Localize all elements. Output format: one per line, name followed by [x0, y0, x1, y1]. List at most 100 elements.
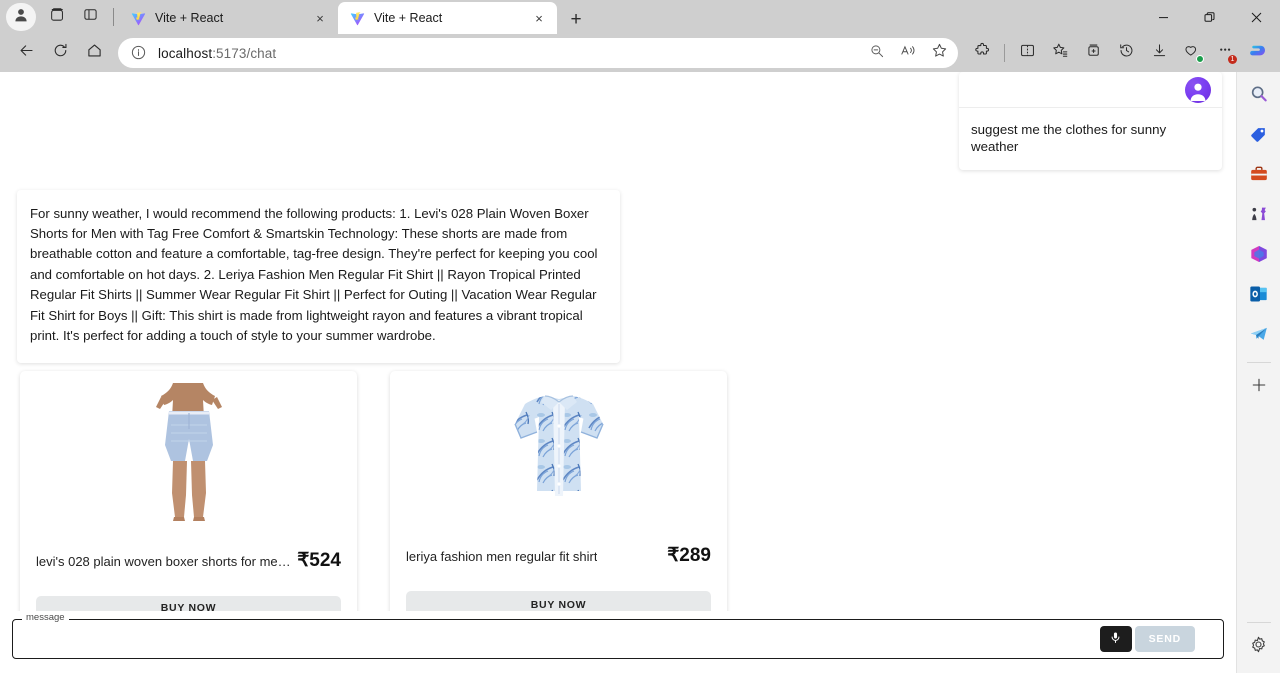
edge-sidebar — [1236, 72, 1280, 673]
titlebar-divider — [113, 8, 114, 26]
tab-actions-button[interactable] — [74, 3, 106, 31]
history-button[interactable] — [1110, 38, 1142, 68]
games-chess-icon — [1249, 204, 1269, 229]
split-screen-button[interactable] — [1011, 38, 1043, 68]
product-card[interactable]: leriya fashion men regular fit shirt ₹28… — [390, 370, 727, 611]
assistant-message-row: For sunny weather, I would recommend the… — [0, 189, 1236, 363]
browser-tab-1[interactable]: Vite + React × — [119, 2, 338, 34]
buy-now-button[interactable]: BUY NOW — [36, 595, 341, 611]
product-recommendation-list: levi's 028 plain woven boxer shorts for … — [20, 370, 1236, 611]
address-bar[interactable]: localhost:5173/chat — [118, 38, 958, 68]
extensions-button[interactable] — [966, 38, 998, 68]
sidebar-divider — [1246, 362, 1271, 363]
product-price: ₹289 — [667, 544, 711, 566]
send-button[interactable]: SEND — [1134, 626, 1195, 652]
boxer-shorts-photo — [140, 380, 237, 521]
message-field[interactable]: message SEND — [12, 613, 1224, 659]
downloads-icon — [1151, 42, 1168, 64]
copilot-icon — [1248, 40, 1269, 66]
history-clock-icon — [1118, 42, 1135, 64]
back-arrow-icon — [18, 42, 35, 64]
essentials-status-dot — [1196, 55, 1204, 63]
microsoft-365-icon — [1249, 244, 1269, 269]
sidebar-shopping-button[interactable] — [1243, 120, 1275, 152]
collections-button[interactable] — [1077, 38, 1109, 68]
sidebar-games-button[interactable] — [1243, 200, 1275, 232]
favorites-button[interactable] — [1044, 38, 1076, 68]
close-icon[interactable]: × — [529, 8, 549, 28]
buy-now-button[interactable]: BUY NOW — [406, 590, 711, 611]
url-path: :5173/chat — [212, 45, 277, 61]
user-message-header — [959, 72, 1222, 108]
sidebar-outlook-button[interactable] — [1243, 280, 1275, 312]
refresh-icon — [52, 42, 69, 64]
user-message-body: suggest me the clothes for sunny weather — [959, 108, 1222, 170]
minimize-button[interactable] — [1140, 0, 1186, 34]
settings-and-more-button[interactable]: 1 — [1209, 38, 1241, 68]
back-button[interactable] — [10, 38, 42, 68]
close-window-button[interactable] — [1232, 0, 1280, 34]
add-favorite-button[interactable] — [924, 40, 954, 66]
tab-title: Vite + React — [155, 11, 224, 25]
product-title: levi's 028 plain woven boxer shorts for … — [36, 553, 292, 569]
close-icon[interactable]: × — [310, 8, 330, 28]
message-input[interactable] — [21, 620, 1215, 658]
home-button[interactable] — [78, 38, 110, 68]
gear-icon — [1249, 635, 1268, 659]
chat-message-list[interactable]: suggest me the clothes for sunny weather… — [0, 72, 1236, 611]
sidebar-tools-button[interactable] — [1243, 160, 1275, 192]
copilot-button[interactable] — [1242, 38, 1274, 68]
assistant-message-card: For sunny weather, I would recommend the… — [17, 189, 620, 363]
outlook-icon — [1249, 284, 1269, 309]
user-message-text: suggest me the clothes for sunny weather — [971, 122, 1167, 155]
refresh-button[interactable] — [44, 38, 76, 68]
user-avatar-icon — [1185, 76, 1211, 103]
extensions-puzzle-icon — [974, 42, 991, 64]
page-viewport: suggest me the clothes for sunny weather… — [0, 72, 1236, 673]
titlebar-left-controls — [0, 0, 119, 34]
telegram-plane-icon — [1249, 324, 1269, 349]
zoom-out-search-icon — [869, 43, 885, 64]
new-tab-button[interactable]: + — [561, 6, 591, 34]
split-screen-icon — [1019, 42, 1036, 64]
address-bar-actions — [862, 40, 954, 66]
plus-icon — [1250, 376, 1268, 399]
tools-briefcase-icon — [1249, 164, 1269, 189]
microphone-icon — [1109, 631, 1122, 647]
user-message-card: suggest me the clothes for sunny weather — [959, 72, 1222, 170]
favorites-list-icon — [1052, 42, 1069, 64]
tab-actions-icon — [82, 6, 99, 28]
browser-tab-2[interactable]: Vite + React × — [338, 2, 557, 34]
sidebar-telegram-button[interactable] — [1243, 320, 1275, 352]
microphone-button[interactable] — [1099, 626, 1132, 652]
url-host: localhost — [158, 45, 213, 61]
read-aloud-button[interactable] — [893, 40, 923, 66]
tropical-shirt-photo — [506, 381, 611, 516]
profile-button[interactable] — [6, 3, 36, 31]
browser-titlebar: Vite + React × Vite + React × + — [0, 0, 1280, 34]
toolbar-divider — [1004, 44, 1005, 62]
search-in-page-button[interactable] — [862, 40, 892, 66]
read-aloud-icon — [900, 43, 917, 64]
sidebar-microsoft-365-button[interactable] — [1243, 240, 1275, 272]
tab-search-icon — [48, 6, 65, 28]
sidebar-add-button[interactable] — [1243, 371, 1275, 403]
sidebar-settings-button[interactable] — [1243, 631, 1275, 663]
message-composer: message SEND — [0, 613, 1236, 663]
restore-button[interactable] — [1186, 0, 1232, 34]
browser-navigation-bar: localhost:5173/chat 1 — [0, 34, 1280, 72]
product-card[interactable]: levi's 028 plain woven boxer shorts for … — [20, 370, 357, 611]
update-badge: 1 — [1228, 55, 1237, 64]
favorite-star-icon — [931, 42, 948, 64]
product-meta: leriya fashion men regular fit shirt ₹28… — [406, 544, 711, 567]
browser-essentials-button[interactable] — [1176, 38, 1208, 68]
window-controls — [1140, 0, 1280, 34]
downloads-button[interactable] — [1143, 38, 1175, 68]
vite-logo-icon — [350, 11, 365, 26]
site-information-icon[interactable] — [130, 44, 149, 63]
profile-avatar-icon — [13, 7, 29, 28]
tab-search-button[interactable] — [40, 3, 72, 31]
composer-actions: SEND — [1099, 626, 1195, 652]
sidebar-search-button[interactable] — [1243, 80, 1275, 112]
collections-icon — [1085, 42, 1102, 64]
